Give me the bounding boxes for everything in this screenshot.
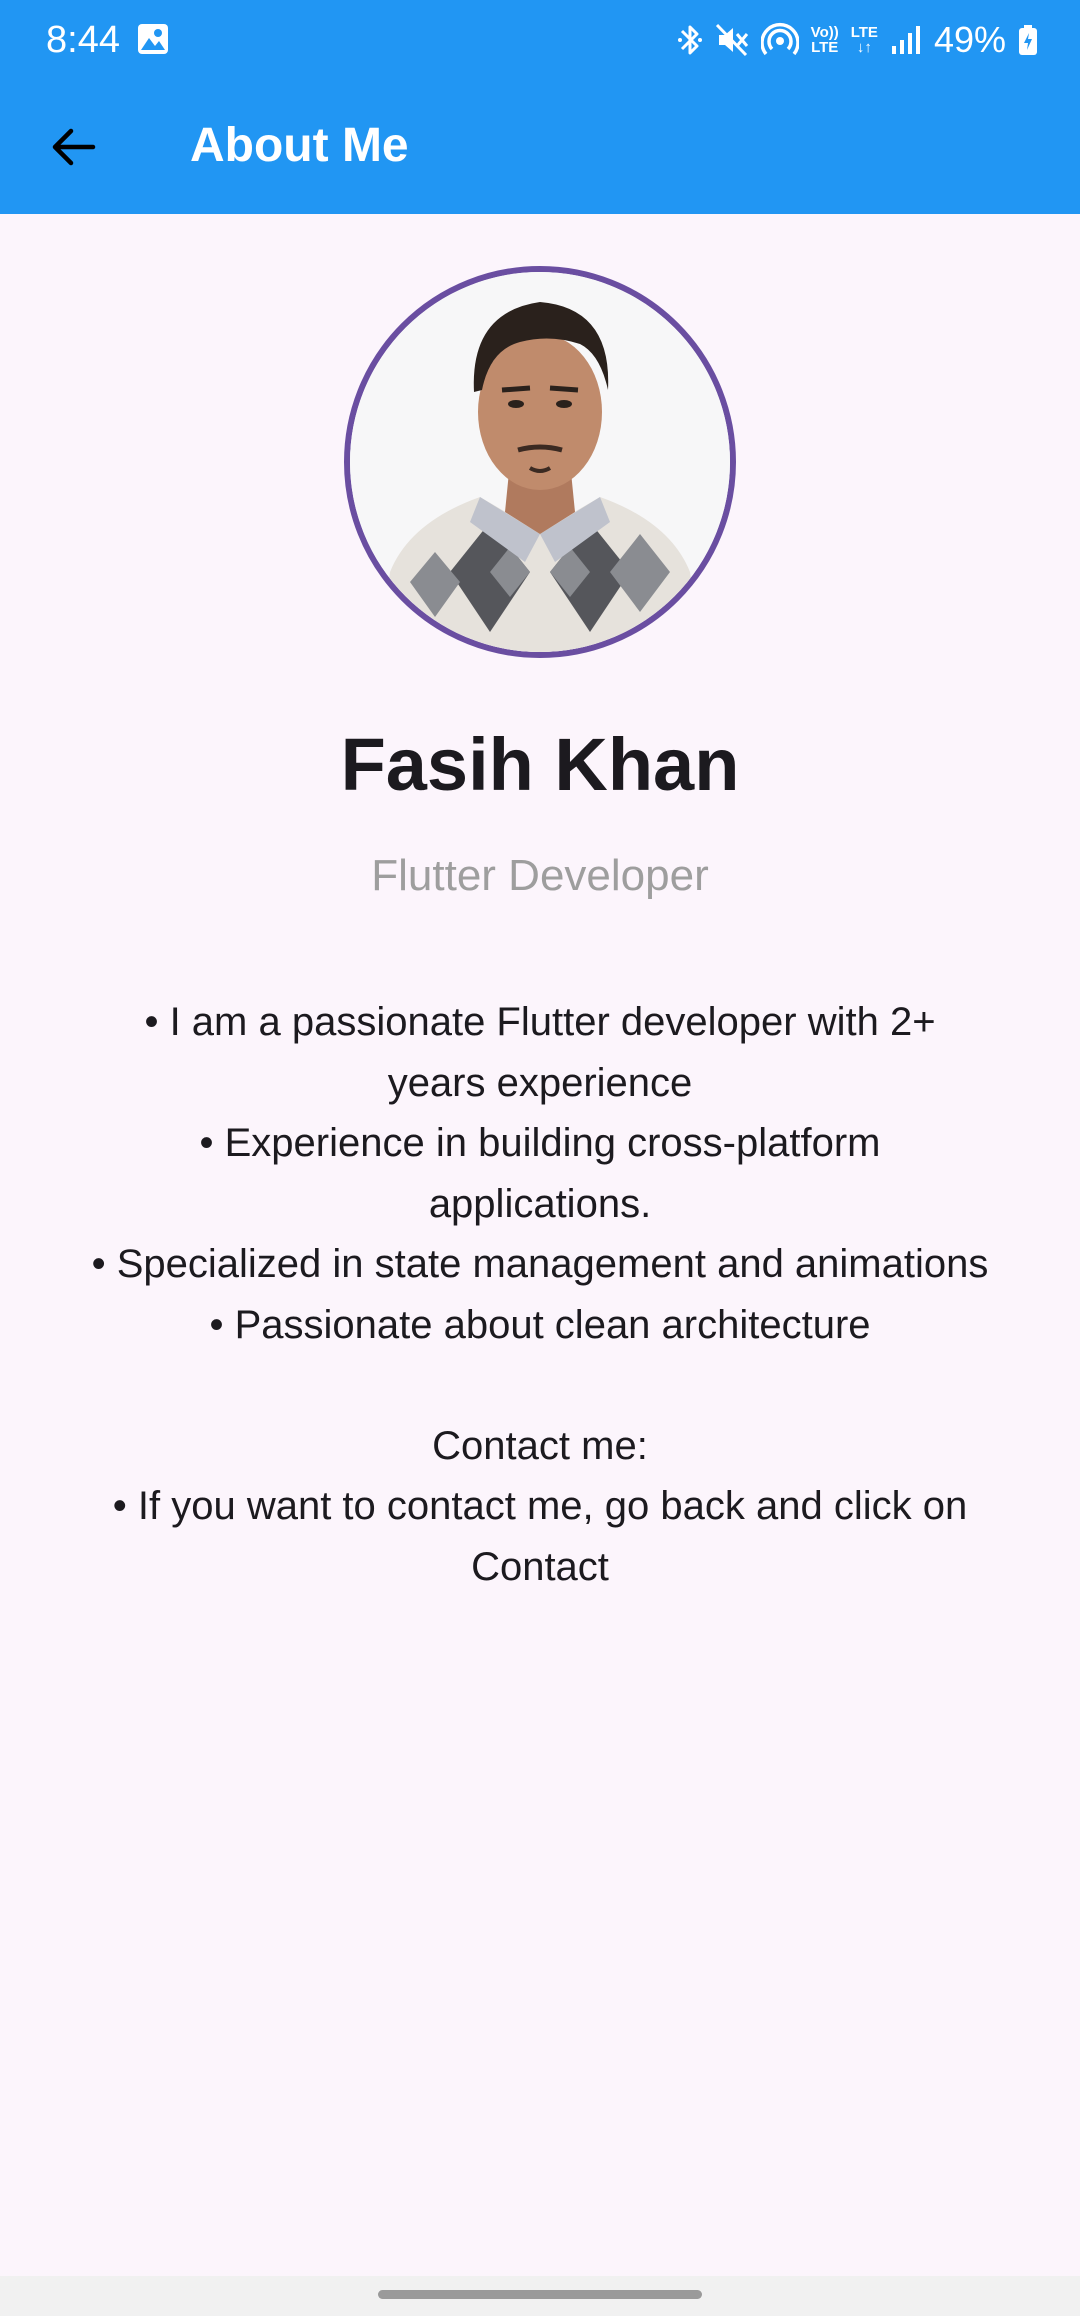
- volte-top-label: Vo)): [810, 24, 839, 41]
- vibrate-mute-icon: [715, 23, 748, 57]
- lte-data-icon: LTE ↓↑: [851, 25, 878, 55]
- bio-line: • Specialized in state management and an…: [91, 1242, 989, 1286]
- bio-line: • Experience in building cross-platform …: [199, 1121, 881, 1226]
- status-bar: 8:44 Vo)) LTE LTE ↓↑ 49%: [0, 0, 1080, 80]
- bio-line: • I am a passionate Flutter developer wi…: [144, 1000, 936, 1105]
- contact-line: • If you want to contact me, go back and…: [112, 1484, 968, 1589]
- lte-label: LTE: [850, 24, 878, 41]
- bio-text: • I am a passionate Flutter developer wi…: [90, 992, 990, 1597]
- home-gesture-handle[interactable]: [378, 2290, 702, 2299]
- profile-role: Flutter Developer: [371, 851, 709, 900]
- page-title: About Me: [190, 119, 409, 172]
- bio-spacer: [90, 1355, 990, 1416]
- arrow-back-icon: [52, 128, 96, 166]
- volte-bottom-label: LTE: [811, 39, 839, 56]
- profile-name: Fasih Khan: [340, 723, 740, 806]
- battery-percent: 49%: [933, 19, 1006, 60]
- status-time: 8:44: [46, 19, 120, 61]
- back-button[interactable]: [28, 102, 118, 192]
- profile-photo: [350, 272, 730, 652]
- bluetooth-icon: [677, 25, 702, 55]
- avatar: [344, 266, 736, 658]
- about-me-screen: 8:44 Vo)) LTE LTE ↓↑ 49% About Me Fasih …: [0, 0, 1080, 2316]
- battery-charging-icon: [1019, 25, 1037, 55]
- signal-icon: [891, 26, 920, 54]
- volte-icon: Vo)) LTE: [811, 25, 839, 55]
- hotspot-icon: [760, 23, 799, 56]
- contact-heading: Contact me:: [432, 1423, 648, 1468]
- bio-line: • Passionate about clean architecture: [209, 1302, 871, 1347]
- gallery-icon: [138, 24, 168, 54]
- status-icons: Vo)) LTE LTE ↓↑ 49%: [677, 14, 1038, 66]
- app-bar: About Me: [0, 80, 1080, 214]
- data-arrows-icon: ↓↑: [856, 39, 872, 56]
